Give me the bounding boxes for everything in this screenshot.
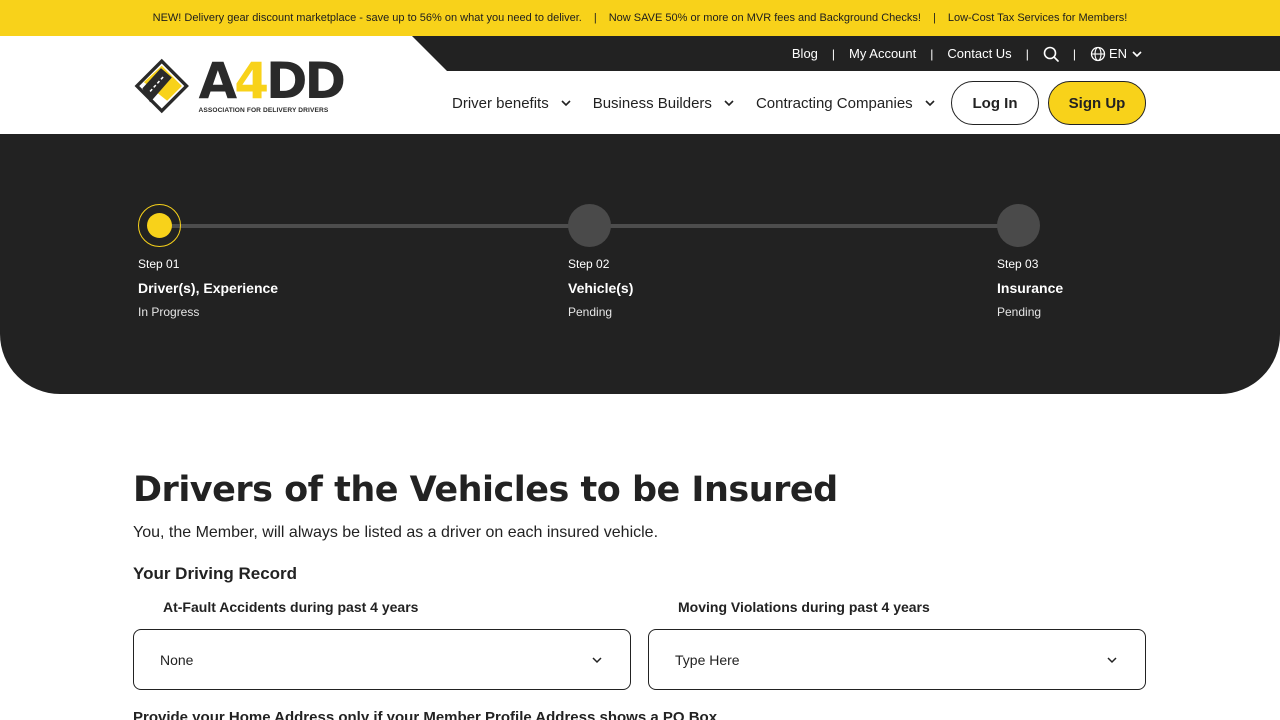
language-selector[interactable]: EN — [1090, 46, 1144, 62]
nav-label: Driver benefits — [452, 94, 549, 112]
chevron-down-icon — [1130, 47, 1144, 61]
announcement-link-mvr[interactable]: Now SAVE 50% or more on MVR fees and Bac… — [609, 12, 921, 24]
step-label: Step 03 — [997, 257, 1039, 271]
chevron-down-icon — [925, 100, 935, 107]
step-title: Driver(s), Experience — [138, 280, 279, 296]
announcement-bar: NEW! Delivery gear discount marketplace … — [0, 0, 1280, 36]
home-address-heading: Provide your Home Address only if your M… — [133, 709, 718, 720]
step-3: Step 03 Insurance Pending — [997, 204, 1247, 319]
form-content: Drivers of the Vehicles to be Insured Yo… — [133, 468, 1147, 720]
nav-label: Contracting Companies — [755, 94, 913, 112]
blog-link[interactable]: Blog — [792, 46, 818, 61]
nav-item-contracting-companies[interactable]: Contracting Companies — [756, 95, 937, 112]
page-subtitle: You, the Member, will always be listed a… — [133, 524, 659, 541]
logo-text: A4DD — [198, 56, 346, 106]
nav-label: Business Builders — [592, 94, 712, 112]
step-indicator — [568, 204, 611, 247]
logo-wordmark: A4DD ASSOCIATION FOR DELIVERY DRIVERS — [198, 56, 346, 114]
step-1: Step 01 Driver(s), Experience In Progres… — [138, 204, 388, 319]
contact-us-link[interactable]: Contact Us — [947, 46, 1011, 61]
step-status: Pending — [568, 305, 613, 319]
step-status: Pending — [997, 305, 1042, 319]
chevron-down-icon — [1107, 656, 1117, 663]
moving-violations-field: Moving Violations during past 4 years Ty… — [648, 599, 1146, 690]
chevron-down-icon — [724, 100, 734, 107]
step-indicator — [997, 204, 1040, 247]
field-label: At-Fault Accidents during past 4 years — [163, 599, 419, 615]
step-title: Insurance — [997, 280, 1064, 296]
page-title: Drivers of the Vehicles to be Insured — [133, 470, 838, 510]
signup-button[interactable]: Sign Up — [1048, 81, 1146, 125]
field-label: Moving Violations during past 4 years — [678, 599, 930, 615]
select-placeholder: Type Here — [675, 651, 740, 668]
step-label: Step 01 — [138, 257, 180, 271]
utility-separator: | — [831, 46, 836, 61]
step-2: Step 02 Vehicle(s) Pending — [568, 204, 818, 319]
logo-number-4: 4 — [234, 52, 269, 110]
road-diamond-icon — [134, 58, 189, 114]
step-indicator-active — [138, 204, 181, 247]
logo-letters-dd: DD — [265, 52, 346, 110]
a4dd-logo[interactable]: A4DD ASSOCIATION FOR DELIVERY DRIVERS — [133, 49, 346, 123]
login-button[interactable]: Log In — [951, 81, 1039, 125]
announcement-separator: | — [932, 12, 936, 24]
announcement-separator: | — [593, 12, 597, 24]
at-fault-accidents-select[interactable]: None — [133, 629, 631, 690]
globe-icon — [1090, 46, 1106, 62]
utility-separator: | — [930, 46, 934, 61]
logo-tagline: ASSOCIATION FOR DELIVERY DRIVERS — [198, 107, 329, 114]
announcement-link-tax[interactable]: Low-Cost Tax Services for Members! — [948, 12, 1128, 24]
at-fault-accidents-field: At-Fault Accidents during past 4 years N… — [133, 599, 631, 690]
utility-separator: | — [1072, 46, 1076, 61]
step-status: In Progress — [138, 305, 200, 319]
section-title: Your Driving Record — [133, 564, 298, 583]
step-title: Vehicle(s) — [568, 280, 634, 296]
search-icon[interactable] — [1043, 46, 1059, 62]
utility-nav: Blog | My Account | Contact Us | | EN — [792, 36, 1144, 71]
logo-letter-a: A — [198, 52, 237, 110]
nav-item-driver-benefits[interactable]: Driver benefits — [452, 95, 573, 112]
nav-item-business-builders[interactable]: Business Builders — [593, 95, 736, 112]
main-nav: Driver benefits Business Builders Contra… — [452, 81, 957, 125]
driving-record-fields: At-Fault Accidents during past 4 years N… — [133, 599, 1147, 690]
site-header: Blog | My Account | Contact Us | | EN A4… — [0, 36, 1280, 134]
announcement-link-gear[interactable]: NEW! Delivery gear discount marketplace … — [153, 12, 582, 24]
chevron-down-icon — [561, 100, 571, 107]
my-account-link[interactable]: My Account — [849, 46, 916, 61]
moving-violations-select[interactable]: Type Here — [648, 629, 1146, 690]
step-label: Step 02 — [568, 257, 610, 271]
utility-separator: | — [1025, 46, 1029, 61]
language-label: EN — [1108, 46, 1127, 61]
stepper-hero: Step 01 Driver(s), Experience In Progres… — [0, 134, 1280, 394]
select-value: None — [160, 651, 194, 668]
chevron-down-icon — [592, 656, 602, 663]
